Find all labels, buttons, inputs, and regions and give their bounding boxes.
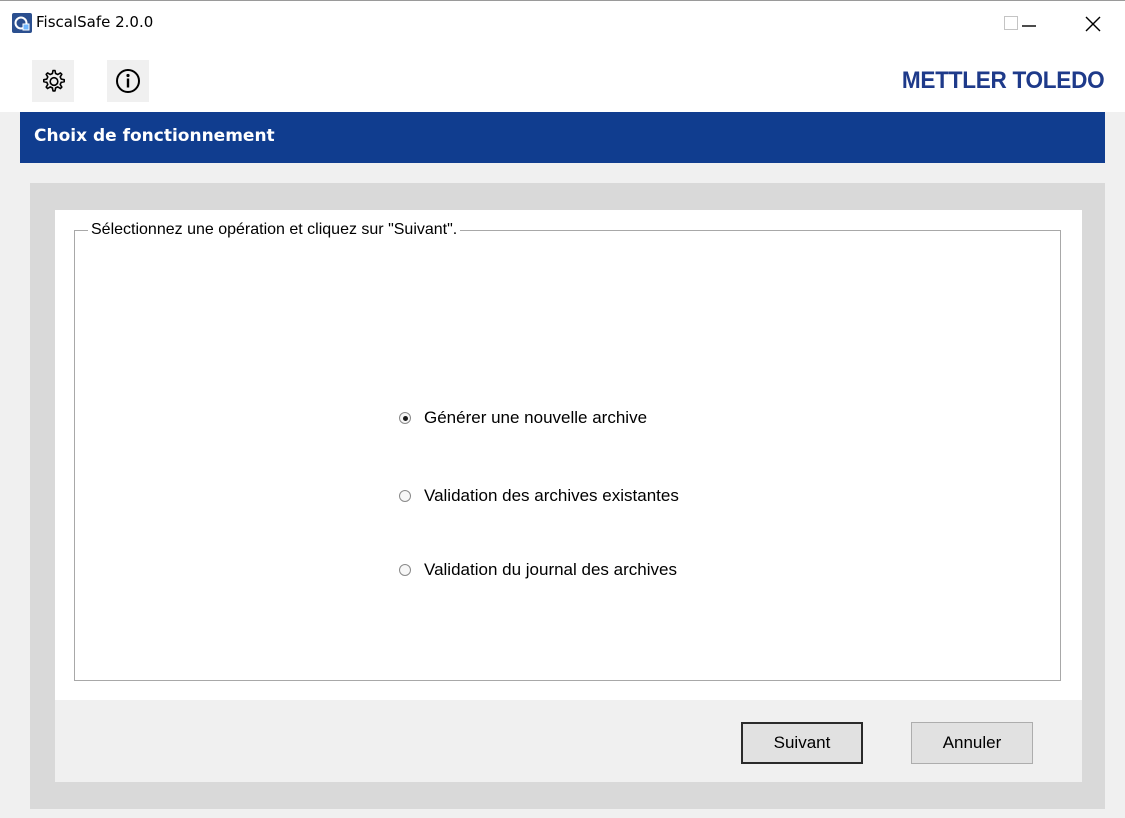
page-header: Choix de fonctionnement (20, 112, 1105, 163)
radio-selected-dot (402, 415, 408, 421)
radio-label[interactable]: Générer une nouvelle archive (424, 408, 647, 428)
window-title: FiscalSafe 2.0.0 (36, 13, 154, 31)
maximize-icon[interactable] (1004, 16, 1018, 30)
radio-validate-journal[interactable]: Validation du journal des archives (399, 560, 677, 580)
radio-generate-archive[interactable]: Générer une nouvelle archive (399, 408, 647, 428)
window-titlebar: FiscalSafe 2.0.0 (0, 0, 1125, 46)
info-button[interactable] (107, 60, 149, 102)
page-title: Choix de fonctionnement (34, 126, 275, 146)
cancel-button[interactable]: Annuler (911, 722, 1033, 764)
settings-button[interactable] (32, 60, 74, 102)
next-button[interactable]: Suivant (741, 722, 863, 764)
operation-groupbox: Sélectionnez une opération et cliquez su… (74, 221, 1061, 681)
close-icon (1085, 16, 1101, 32)
toolbar: METTLER TOLEDO (0, 46, 1125, 112)
radio-indicator[interactable] (399, 490, 411, 502)
radio-indicator[interactable] (399, 412, 411, 424)
groupbox-legend: Sélectionnez une opération et cliquez su… (88, 221, 461, 239)
radio-validate-archives[interactable]: Validation des archives existantes (399, 486, 679, 506)
info-icon (116, 69, 140, 93)
app-icon (12, 13, 32, 33)
close-button[interactable] (1064, 1, 1122, 47)
brand-logo: METTLER TOLEDO (901, 67, 1105, 94)
radio-indicator[interactable] (399, 564, 411, 576)
gear-icon (43, 69, 65, 92)
radio-label[interactable]: Validation du journal des archives (424, 560, 677, 580)
radio-label[interactable]: Validation des archives existantes (424, 486, 679, 506)
